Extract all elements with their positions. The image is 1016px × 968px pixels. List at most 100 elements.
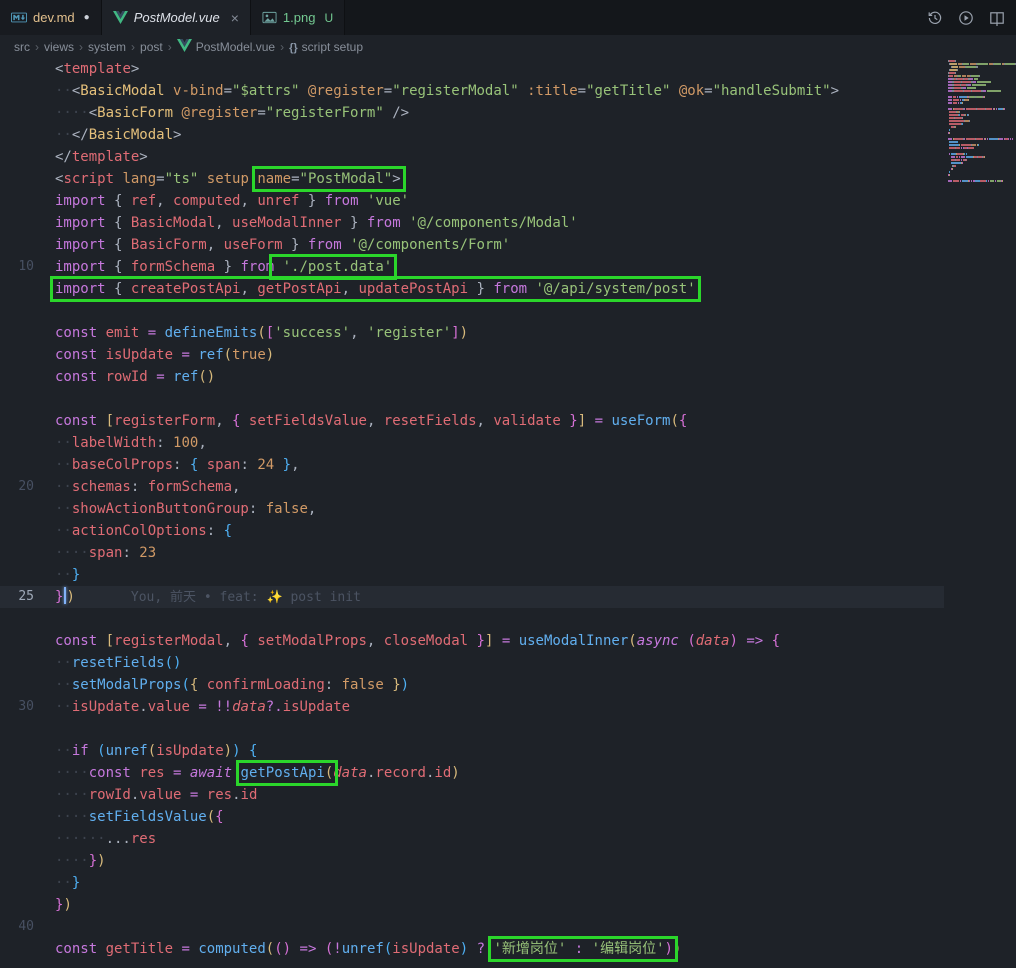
git-status-badge: U bbox=[324, 11, 333, 25]
code-line[interactable]: ··} bbox=[0, 564, 944, 586]
code-line[interactable] bbox=[0, 608, 944, 630]
line-content: ··</BasicModal> bbox=[34, 124, 944, 146]
code-line[interactable]: 20··schemas: formSchema, bbox=[0, 476, 944, 498]
code-line[interactable]: ··<BasicModal v-bind="$attrs" @register=… bbox=[0, 80, 944, 102]
code-line[interactable]: ····<BasicForm @register="registerForm" … bbox=[0, 102, 944, 124]
code-line[interactable] bbox=[0, 300, 944, 322]
minimap-line bbox=[948, 102, 1016, 104]
code-line[interactable]: const isUpdate = ref(true) bbox=[0, 344, 944, 366]
code-line[interactable]: ··} bbox=[0, 872, 944, 894]
unsaved-dot-icon[interactable]: ● bbox=[84, 12, 90, 23]
code-line[interactable]: ··baseColProps: { span: 24 }, bbox=[0, 454, 944, 476]
breadcrumb-item[interactable]: src bbox=[14, 40, 30, 54]
code-line[interactable]: 25})You, 前天 • feat: ✨ post init bbox=[0, 586, 944, 608]
tab-1-png[interactable]: 1.pngU bbox=[251, 0, 345, 35]
line-number: 30 bbox=[0, 696, 34, 718]
code-line[interactable]: ······...res bbox=[0, 828, 944, 850]
breadcrumb-item[interactable]: views bbox=[44, 40, 74, 54]
line-number bbox=[0, 388, 34, 410]
line-content bbox=[34, 300, 944, 322]
code-line[interactable]: const getTitle = computed(() => (!unref(… bbox=[0, 938, 944, 960]
code-line[interactable]: ····setFieldsValue({ bbox=[0, 806, 944, 828]
code-line[interactable]: ··if (unref(isUpdate)) { bbox=[0, 740, 944, 762]
line-number bbox=[0, 894, 34, 916]
minimap-line bbox=[948, 75, 1016, 77]
code-line[interactable]: import { ref, computed, unref } from 'vu… bbox=[0, 190, 944, 212]
breadcrumb-item[interactable]: system bbox=[88, 40, 126, 54]
minimap-line bbox=[948, 174, 1016, 176]
code-line[interactable]: import { createPostApi, getPostApi, upda… bbox=[0, 278, 944, 300]
code-line[interactable]: const [registerModal, { setModalProps, c… bbox=[0, 630, 944, 652]
code-line[interactable]: <script lang="ts" setup name="PostModal"… bbox=[0, 168, 944, 190]
line-content: ··setModalProps({ confirmLoading: false … bbox=[34, 674, 944, 696]
line-number bbox=[0, 718, 34, 740]
line-number: 20 bbox=[0, 476, 34, 498]
line-content: const isUpdate = ref(true) bbox=[34, 344, 944, 366]
close-icon[interactable]: × bbox=[231, 10, 239, 26]
code-line[interactable] bbox=[0, 388, 944, 410]
code-line[interactable]: <template> bbox=[0, 58, 944, 80]
code-line[interactable]: ····span: 23 bbox=[0, 542, 944, 564]
minimap-line bbox=[948, 78, 1016, 80]
minimap-line bbox=[948, 144, 1016, 146]
code-line[interactable]: 10import { formSchema } from './post.dat… bbox=[0, 256, 944, 278]
minimap[interactable] bbox=[944, 58, 1016, 968]
breadcrumb-item[interactable]: PostModel.vue bbox=[177, 39, 275, 55]
code-line[interactable]: import { BasicModal, useModalInner } fro… bbox=[0, 212, 944, 234]
code-line[interactable]: ··actionColOptions: { bbox=[0, 520, 944, 542]
minimap-line bbox=[948, 132, 1016, 134]
tab-label: PostModel.vue bbox=[134, 10, 220, 25]
code-line[interactable]: ··setModalProps({ confirmLoading: false … bbox=[0, 674, 944, 696]
line-content: import { formSchema } from './post.data' bbox=[34, 256, 944, 278]
line-number bbox=[0, 850, 34, 872]
line-number bbox=[0, 454, 34, 476]
code-line[interactable]: ····const res = await getPostApi(data.re… bbox=[0, 762, 944, 784]
breadcrumb-item[interactable]: post bbox=[140, 40, 163, 54]
code-line[interactable]: </template> bbox=[0, 146, 944, 168]
code-line[interactable]: 40 bbox=[0, 916, 944, 938]
code-line[interactable]: ··</BasicModal> bbox=[0, 124, 944, 146]
code-line[interactable]: ··showActionButtonGroup: false, bbox=[0, 498, 944, 520]
code-line[interactable]: const emit = defineEmits(['success', 're… bbox=[0, 322, 944, 344]
tab-postmodel-vue[interactable]: PostModel.vue × bbox=[102, 0, 251, 35]
minimap-line bbox=[948, 108, 1016, 110]
line-content: ····}) bbox=[34, 850, 944, 872]
code-line[interactable]: const [registerForm, { setFieldsValue, r… bbox=[0, 410, 944, 432]
minimap-line bbox=[948, 165, 1016, 167]
code-line[interactable]: ····}) bbox=[0, 850, 944, 872]
line-content: <template> bbox=[34, 58, 944, 80]
minimap-line bbox=[948, 180, 1016, 182]
code-line[interactable]: import { BasicForm, useForm } from '@/co… bbox=[0, 234, 944, 256]
code-line[interactable]: 30··isUpdate.value = !!data?.isUpdate bbox=[0, 696, 944, 718]
line-number bbox=[0, 564, 34, 586]
split-editor-icon[interactable] bbox=[988, 9, 1006, 27]
line-number bbox=[0, 366, 34, 388]
file-history-icon[interactable] bbox=[926, 9, 944, 27]
code-line[interactable]: ··labelWidth: 100, bbox=[0, 432, 944, 454]
code-area[interactable]: <template>··<BasicModal v-bind="$attrs" … bbox=[0, 58, 944, 968]
line-number bbox=[0, 938, 34, 960]
minimap-line bbox=[948, 153, 1016, 155]
tab-dev-md[interactable]: dev.md● bbox=[0, 0, 102, 35]
run-icon[interactable] bbox=[957, 9, 975, 27]
code-line[interactable]: ··resetFields() bbox=[0, 652, 944, 674]
code-line[interactable]: const rowId = ref() bbox=[0, 366, 944, 388]
code-line[interactable]: }) bbox=[0, 894, 944, 916]
minimap-line bbox=[948, 93, 1016, 95]
minimap-line bbox=[948, 141, 1016, 143]
minimap-line bbox=[948, 126, 1016, 128]
line-number bbox=[0, 674, 34, 696]
minimap-line bbox=[948, 69, 1016, 71]
line-content: import { ref, computed, unref } from 'vu… bbox=[34, 190, 944, 212]
minimap-line bbox=[948, 177, 1016, 179]
breadcrumb-item[interactable]: {}script setup bbox=[289, 40, 363, 54]
line-content: ····<BasicForm @register="registerForm" … bbox=[34, 102, 944, 124]
line-number bbox=[0, 124, 34, 146]
code-line[interactable] bbox=[0, 718, 944, 740]
minimap-line bbox=[948, 135, 1016, 137]
minimap-line bbox=[948, 72, 1016, 74]
line-content: const rowId = ref() bbox=[34, 366, 944, 388]
annotation-box: '新增岗位' : '编辑岗位') bbox=[493, 941, 672, 957]
code-line[interactable]: ····rowId.value = res.id bbox=[0, 784, 944, 806]
line-number bbox=[0, 498, 34, 520]
